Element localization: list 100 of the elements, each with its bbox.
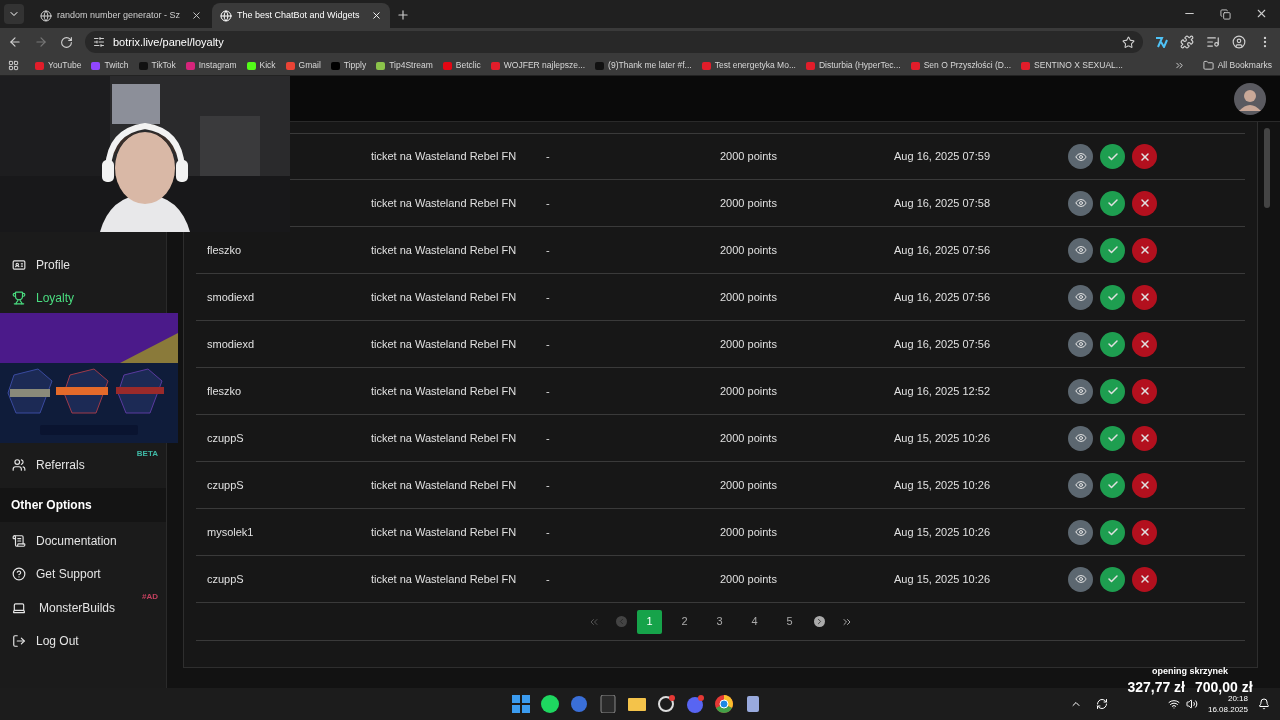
- extension-icon[interactable]: [1155, 36, 1168, 48]
- reject-button[interactable]: [1132, 425, 1157, 451]
- reject-button[interactable]: [1132, 472, 1157, 498]
- page-button[interactable]: 4: [742, 609, 767, 634]
- reload-icon[interactable]: [60, 35, 73, 49]
- app-icon[interactable]: [657, 695, 675, 713]
- reject-button[interactable]: [1132, 144, 1157, 169]
- browser-icon[interactable]: [715, 695, 733, 713]
- start-icon[interactable]: [512, 695, 530, 713]
- view-button[interactable]: [1068, 378, 1093, 404]
- page-button[interactable]: 5: [777, 609, 802, 634]
- bookmark[interactable]: TikTok: [138, 59, 176, 72]
- address-field[interactable]: botrix.live/panel/loyalty: [85, 31, 1143, 53]
- approve-button[interactable]: [1100, 331, 1125, 357]
- eye-icon: [1074, 291, 1087, 303]
- folder-icon[interactable]: [628, 695, 646, 713]
- sidebar-item[interactable]: Referrals BETA: [0, 448, 166, 481]
- view-button[interactable]: [1068, 237, 1093, 263]
- tab-title: random number generator - Sz: [57, 8, 182, 22]
- bookmark[interactable]: Tipply: [330, 59, 367, 72]
- approve-button[interactable]: [1100, 519, 1125, 545]
- approve-button[interactable]: [1100, 472, 1125, 498]
- reject-button[interactable]: [1132, 331, 1157, 357]
- browser-tab[interactable]: random number generator - Sz: [32, 3, 210, 28]
- chat-app-icon[interactable]: [686, 695, 704, 713]
- scrollbar[interactable]: [1264, 128, 1270, 208]
- sidebar-item[interactable]: Log Out: [0, 624, 166, 658]
- table-cell: Aug 15, 2025 10:26: [894, 478, 991, 491]
- sidebar-item[interactable]: Profile: [0, 248, 166, 281]
- profile-icon[interactable]: [1232, 35, 1246, 49]
- volume-icon[interactable]: [1185, 698, 1198, 710]
- approve-button[interactable]: [1100, 425, 1125, 451]
- check-icon: [1106, 244, 1119, 256]
- close-icon[interactable]: [371, 10, 382, 21]
- view-button[interactable]: [1068, 425, 1093, 451]
- view-button[interactable]: [1068, 472, 1093, 498]
- bookmark[interactable]: Sen O Przyszłości (D...: [910, 59, 1012, 72]
- media-icon[interactable]: [1206, 35, 1220, 49]
- bookmark[interactable]: Betclic: [442, 59, 481, 72]
- sync-icon[interactable]: [1095, 698, 1108, 710]
- more-bookmarks-icon[interactable]: [1173, 60, 1185, 71]
- close-icon[interactable]: [1255, 7, 1268, 20]
- bookmark[interactable]: Disturbia (HyperTec...: [806, 59, 901, 72]
- reject-button[interactable]: [1132, 566, 1157, 592]
- view-button[interactable]: [1068, 519, 1093, 545]
- sidebar-item[interactable]: Get Support: [0, 557, 166, 591]
- back-icon[interactable]: [8, 35, 22, 49]
- notifications-icon[interactable]: [1258, 698, 1270, 710]
- reject-button[interactable]: [1132, 378, 1157, 404]
- reject-button[interactable]: [1132, 237, 1157, 263]
- badge-label: BETA: [136, 448, 158, 460]
- page-button[interactable]: 2: [672, 609, 697, 634]
- approve-button[interactable]: [1100, 284, 1125, 310]
- new-tab-icon[interactable]: [396, 8, 410, 22]
- table-cell: Aug 15, 2025 10:26: [894, 572, 991, 585]
- close-icon[interactable]: [191, 10, 202, 21]
- bookmark[interactable]: Kick: [246, 59, 276, 72]
- site-info-icon[interactable]: [93, 36, 105, 48]
- network-icon[interactable]: [1167, 698, 1180, 710]
- bookmark[interactable]: Twitch: [91, 59, 129, 72]
- badge-label: #AD: [142, 591, 158, 603]
- bookmark[interactable]: SENTINO X SEXUAL...: [1021, 59, 1123, 72]
- avatar[interactable]: [1234, 82, 1266, 115]
- view-button[interactable]: [1068, 190, 1093, 216]
- browser-tab[interactable]: The best ChatBot and Widgets: [212, 3, 390, 28]
- app-icon[interactable]: [744, 695, 762, 713]
- page-button[interactable]: 3: [707, 609, 732, 634]
- forward-icon[interactable]: [34, 35, 48, 49]
- bookmark[interactable]: Gmail: [285, 59, 321, 72]
- view-button[interactable]: [1068, 331, 1093, 357]
- approve-button[interactable]: [1100, 566, 1125, 592]
- music-app-icon[interactable]: [541, 695, 559, 713]
- view-button[interactable]: [1068, 144, 1093, 169]
- sidebar-item[interactable]: Documentation: [0, 524, 166, 558]
- bookmark[interactable]: WOJFER najlepsze...: [490, 59, 586, 72]
- bookmark-star-icon[interactable]: [1122, 35, 1135, 49]
- approve-button[interactable]: [1100, 144, 1125, 169]
- bookmark[interactable]: YouTube: [35, 59, 82, 72]
- tab-list-button[interactable]: [4, 4, 24, 24]
- reject-button[interactable]: [1132, 519, 1157, 545]
- game-launcher-icon[interactable]: [599, 695, 617, 713]
- all-bookmarks[interactable]: All Bookmarks: [1202, 59, 1272, 72]
- close-icon: [1138, 479, 1151, 491]
- reject-button[interactable]: [1132, 190, 1157, 216]
- view-button[interactable]: [1068, 566, 1093, 592]
- approve-button[interactable]: [1100, 190, 1125, 216]
- view-button[interactable]: [1068, 284, 1093, 310]
- bookmark[interactable]: (9)Thank me later #f...: [595, 59, 692, 72]
- bookmark[interactable]: Test energetyka Mo...: [701, 59, 796, 72]
- sidebar-item[interactable]: Loyalty: [0, 281, 166, 314]
- approve-button[interactable]: [1100, 237, 1125, 263]
- restore-icon[interactable]: [1220, 9, 1231, 20]
- approve-button[interactable]: [1100, 378, 1125, 404]
- bookmark[interactable]: Tip4Stream: [376, 59, 433, 72]
- bookmark[interactable]: Instagram: [185, 59, 237, 72]
- extensions-icon[interactable]: [1180, 35, 1194, 49]
- next-page-icon[interactable]: [814, 616, 825, 627]
- apps-icon[interactable]: [8, 60, 19, 71]
- sidebar-item[interactable]: MonsterBuilds #AD: [0, 591, 166, 625]
- reject-button[interactable]: [1132, 284, 1157, 310]
